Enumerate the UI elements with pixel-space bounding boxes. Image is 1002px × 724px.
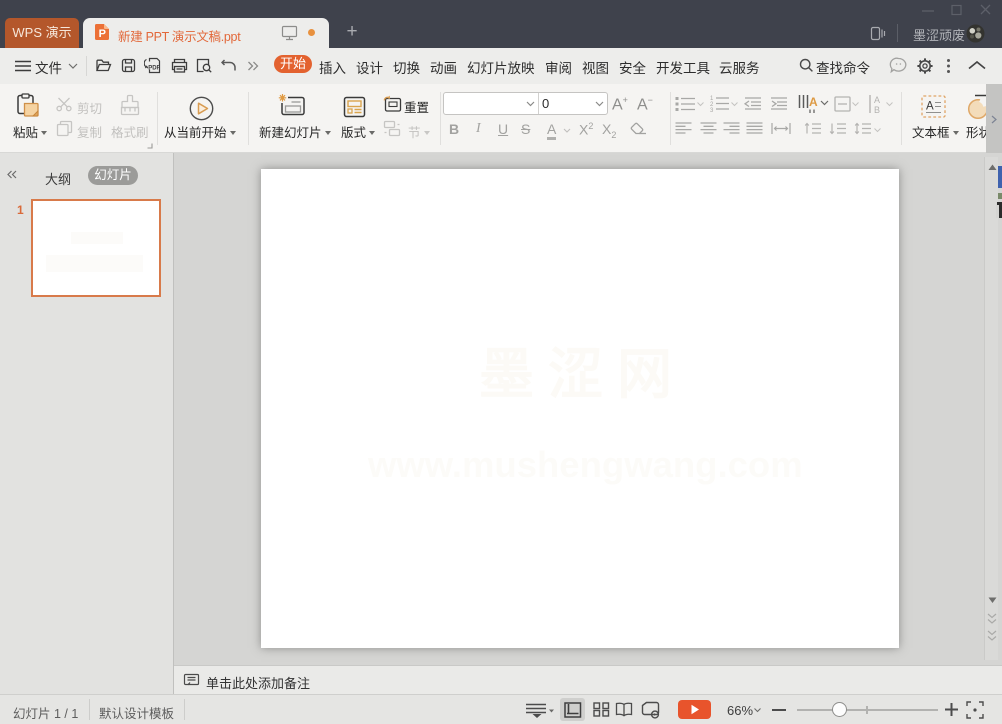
svg-text:A: A <box>874 95 880 105</box>
svg-text:A: A <box>809 95 818 109</box>
svg-text:P: P <box>99 28 106 40</box>
svg-text:B: B <box>874 105 880 114</box>
svg-text:3: 3 <box>710 108 714 112</box>
svg-text:PDF: PDF <box>148 66 160 72</box>
svg-text:A: A <box>926 101 934 113</box>
